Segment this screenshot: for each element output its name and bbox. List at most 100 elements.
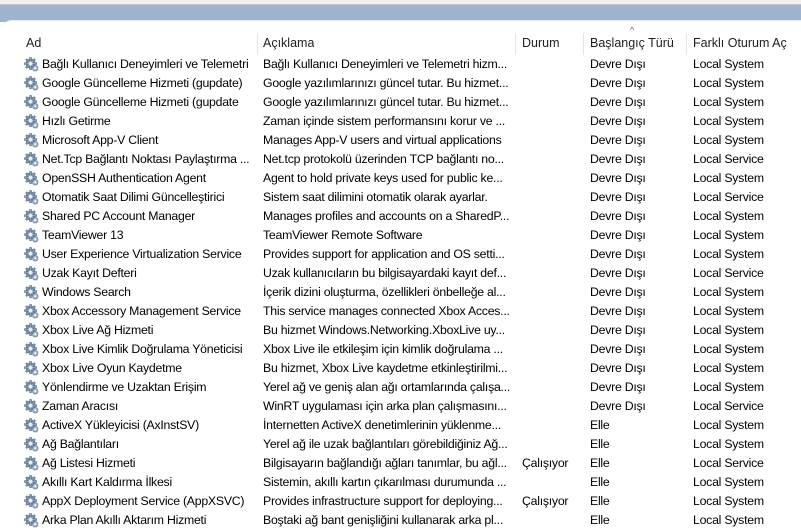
table-row[interactable]: Ağ Listesi Hizmeti Bilgisayarın bağlandığ… (0, 454, 801, 473)
service-status (522, 340, 582, 359)
service-name: Arka Plan Akıllı Aktarım Hizmeti (42, 513, 207, 527)
service-gear-icon (24, 399, 39, 414)
column-header-log-on-as[interactable]: Farklı Oturum Aç (693, 31, 787, 55)
service-gear-icon (24, 76, 39, 91)
service-startup-type: Devre Dışı (590, 114, 646, 128)
column-divider[interactable] (686, 33, 687, 55)
service-status (522, 378, 582, 397)
service-description: İnternetten ActiveX denetimlerinin yükle… (263, 418, 501, 432)
column-header-name[interactable]: Ad (26, 31, 41, 55)
service-description: Boştaki ağ bant genişliğini kullanarak a… (263, 513, 503, 527)
column-divider[interactable] (583, 33, 584, 55)
service-gear-icon (24, 323, 39, 338)
service-log-on-as: Local Service (693, 190, 764, 204)
service-description: Bilgisayarın bağlandığı ağları tanımlar,… (263, 456, 507, 470)
service-startup-type: Devre Dışı (590, 285, 646, 299)
service-log-on-as: Local System (693, 437, 764, 451)
service-status (522, 112, 582, 131)
service-log-on-as: Local System (693, 171, 764, 185)
service-startup-type: Devre Dışı (590, 57, 646, 71)
table-row[interactable]: Arka Plan Akıllı Aktarım Hizmeti Boştaki … (0, 511, 801, 530)
service-startup-type: Devre Dışı (590, 380, 646, 394)
service-log-on-as: Local Service (693, 399, 764, 413)
table-row[interactable]: Xbox Live Ağ Hizmeti Bu hizmet Windows.Ne… (0, 321, 801, 340)
service-status (522, 169, 582, 188)
column-header-status[interactable]: Durum (522, 31, 560, 55)
service-name: TeamViewer 13 (42, 228, 124, 242)
service-gear-icon (24, 209, 39, 224)
table-row[interactable]: Google Güncelleme Hizmeti (gupdate Google… (0, 93, 801, 112)
service-log-on-as: Local Service (693, 152, 764, 166)
service-name: Xbox Live Kimlik Doğrulama Yöneticisi (42, 342, 243, 356)
service-log-on-as: Local System (693, 380, 764, 394)
table-row[interactable]: OpenSSH Authentication Agent Agent to hol… (0, 169, 801, 188)
service-name: Net.Tcp Bağlantı Noktası Paylaştırma ... (42, 152, 250, 166)
table-row[interactable]: Xbox Live Oyun Kaydetme Bu hizmet, Xbox L… (0, 359, 801, 378)
table-row[interactable]: Microsoft App-V Client Manages App-V user… (0, 131, 801, 150)
column-divider[interactable] (515, 33, 516, 55)
service-description: İçerik dizini oluşturma, özellikleri önb… (263, 285, 506, 299)
service-gear-icon (24, 171, 39, 186)
service-gear-icon (24, 266, 39, 281)
table-row[interactable]: Akıllı Kart Kaldırma İlkesi Sistemin, akı… (0, 473, 801, 492)
service-status (522, 207, 582, 226)
table-row[interactable]: Net.Tcp Bağlantı Noktası Paylaştırma ...… (0, 150, 801, 169)
service-log-on-as: Local Service (693, 266, 764, 280)
service-startup-type: Devre Dışı (590, 361, 646, 375)
service-name: User Experience Virtualization Service (42, 247, 242, 261)
service-name: Akıllı Kart Kaldırma İlkesi (42, 475, 172, 489)
table-row[interactable]: Bağlı Kullanıcı Deneyimleri ve Telemetri… (0, 55, 801, 74)
service-gear-icon (24, 247, 39, 262)
service-name: Hızlı Getirme (42, 114, 111, 128)
service-startup-type: Devre Dışı (590, 171, 646, 185)
service-log-on-as: Local System (693, 95, 764, 109)
service-description: Agent to hold private keys used for publ… (263, 171, 503, 185)
table-row[interactable]: Zaman Aracısı WinRT uygulaması için arka … (0, 397, 801, 416)
table-row[interactable]: Windows Search İçerik dizini oluşturma, ö… (0, 283, 801, 302)
table-row[interactable]: Otomatik Saat Dilimi Güncelleştirici Sist… (0, 188, 801, 207)
service-startup-type: Elle (590, 456, 610, 470)
table-row[interactable]: Shared PC Account Manager Manages profile… (0, 207, 801, 226)
service-startup-type: Devre Dışı (590, 95, 646, 109)
service-gear-icon (24, 494, 39, 509)
table-row[interactable]: Google Güncelleme Hizmeti (gupdate) Googl… (0, 74, 801, 93)
table-row[interactable]: Xbox Live Kimlik Doğrulama Yöneticisi Xbo… (0, 340, 801, 359)
service-name: Xbox Live Oyun Kaydetme (42, 361, 182, 375)
service-log-on-as: Local System (693, 133, 764, 147)
service-log-on-as: Local System (693, 209, 764, 223)
service-startup-type: Elle (590, 437, 610, 451)
service-name: Yönlendirme ve Uzaktan Erişim (42, 380, 207, 394)
table-row[interactable]: Xbox Accessory Management Service This se… (0, 302, 801, 321)
service-startup-type: Devre Dışı (590, 399, 646, 413)
service-log-on-as: Local System (693, 494, 764, 508)
service-description: Manages profiles and accounts on a Share… (263, 209, 510, 223)
service-gear-icon (24, 190, 39, 205)
table-row[interactable]: TeamViewer 13 TeamViewer Remote Software D… (0, 226, 801, 245)
column-divider[interactable] (257, 33, 258, 55)
table-row[interactable]: Ağ Bağlantıları Yerel ağ ile uzak bağlant… (0, 435, 801, 454)
service-gear-icon (24, 380, 39, 395)
table-row[interactable]: Yönlendirme ve Uzaktan Erişim Yerel ağ ve… (0, 378, 801, 397)
service-status: Çalışıyor (522, 494, 569, 508)
service-name: Shared PC Account Manager (42, 209, 196, 223)
service-status (522, 397, 582, 416)
service-status (522, 150, 582, 169)
service-log-on-as: Local System (693, 304, 764, 318)
column-header-startup-type[interactable]: Başlangıç Türü (590, 31, 674, 55)
service-startup-type: Elle (590, 494, 610, 508)
service-startup-type: Elle (590, 418, 610, 432)
table-row[interactable]: Hızlı Getirme Zaman içinde sistem perform… (0, 112, 801, 131)
service-log-on-as: Local System (693, 114, 764, 128)
table-row[interactable]: Uzak Kayıt Defteri Uzak kullanıcıların bu… (0, 264, 801, 283)
table-row[interactable]: ActiveX Yükleyicisi (AxInstSV) İnternette… (0, 416, 801, 435)
column-header-description[interactable]: Açıklama (263, 31, 314, 55)
table-row[interactable]: AppX Deployment Service (AppXSVC) Provide… (0, 492, 801, 511)
service-name: Otomatik Saat Dilimi Güncelleştirici (42, 190, 225, 204)
service-status (522, 188, 582, 207)
service-description: Zaman içinde sistem performansını korur … (263, 114, 506, 128)
service-name: Zaman Aracısı (42, 399, 119, 413)
service-description: Provides infrastructure support for depl… (263, 494, 503, 508)
service-status (522, 435, 582, 454)
service-log-on-as: Local System (693, 323, 764, 337)
table-row[interactable]: User Experience Virtualization Service Pr… (0, 245, 801, 264)
